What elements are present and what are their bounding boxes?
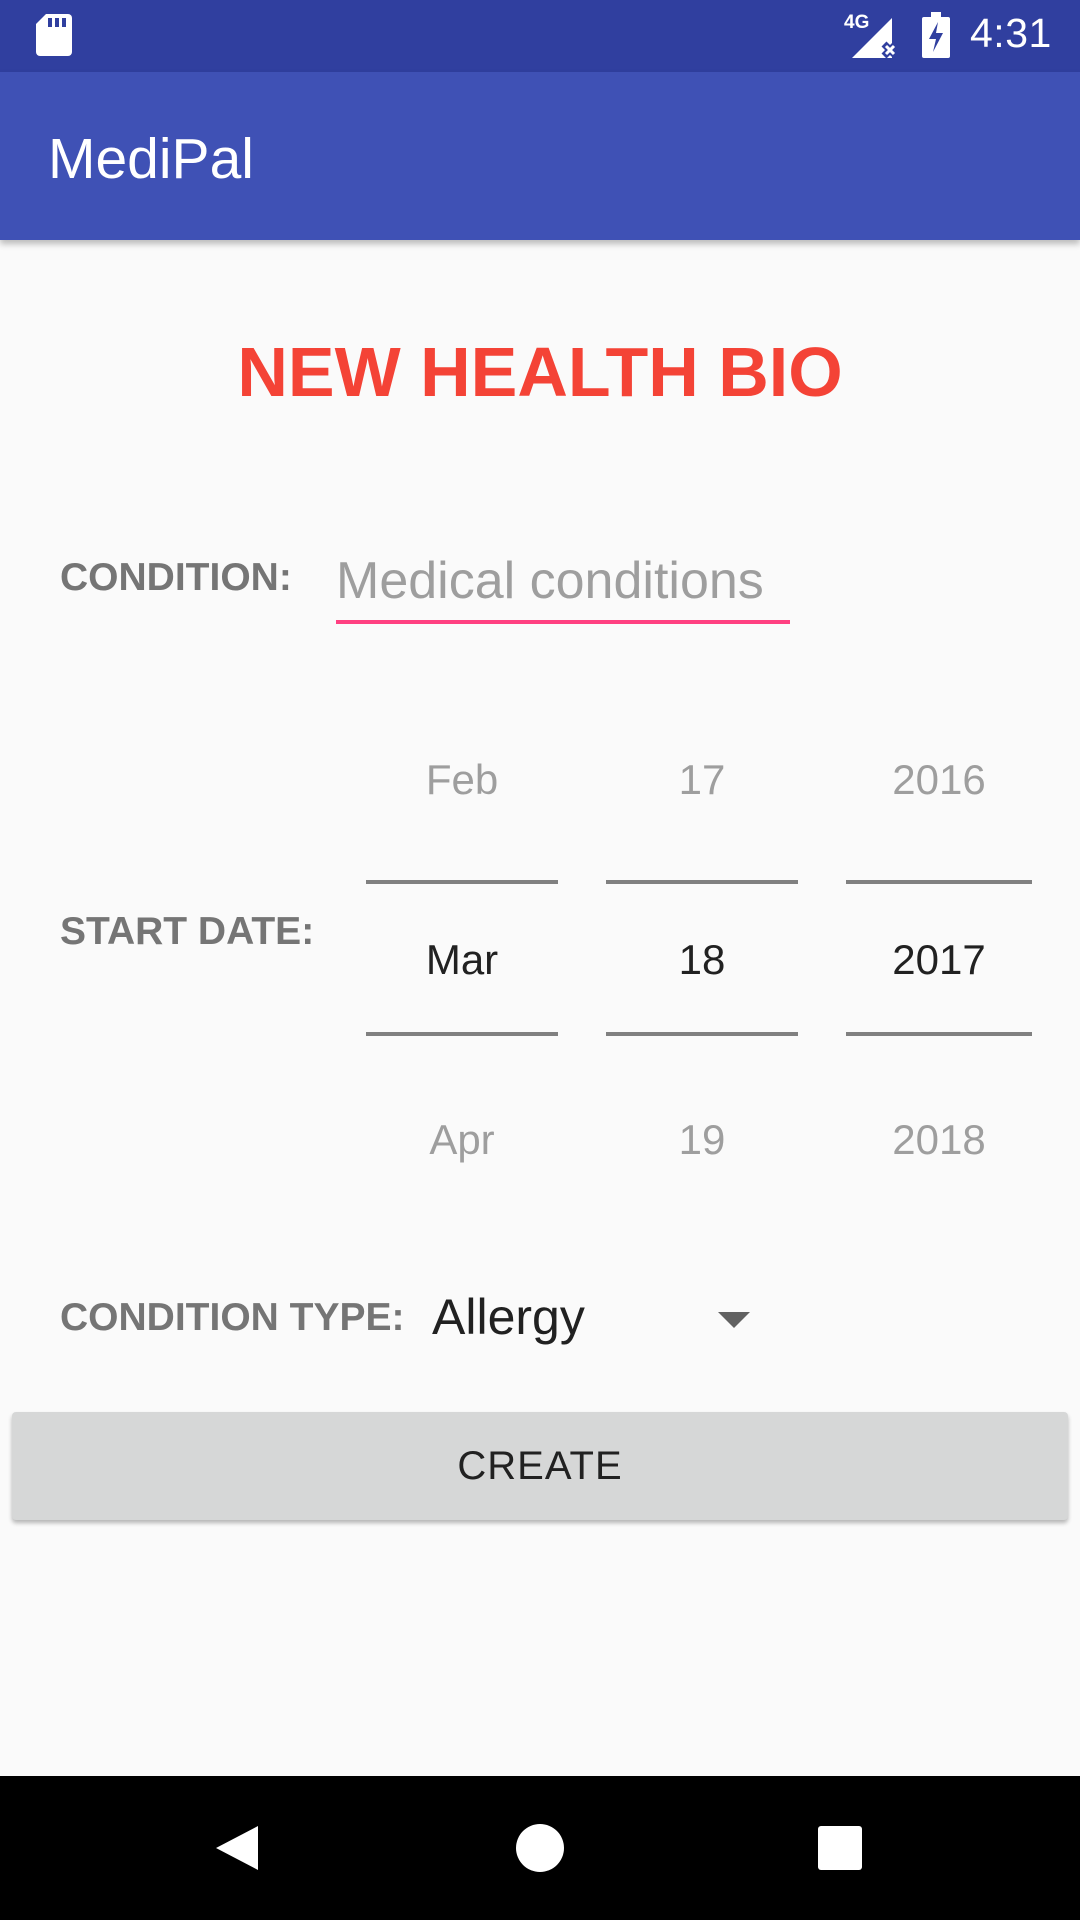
divider [366, 880, 558, 884]
navigation-bar [0, 1776, 1080, 1920]
condition-type-value: Allergy [432, 1289, 585, 1345]
app-title: MediPal [48, 127, 254, 191]
recents-icon[interactable] [808, 1816, 872, 1880]
create-button[interactable]: CREATE [12, 1412, 1068, 1520]
screen: 4G 4:31 MediPal NEW HEALTH BIO CONDITION… [0, 0, 1080, 1920]
day-next[interactable]: 19 [606, 1116, 798, 1164]
page-heading: NEW HEALTH BIO [237, 333, 843, 411]
year-next[interactable]: 2018 [846, 1116, 1032, 1164]
month-prev[interactable]: Feb [366, 756, 558, 804]
month-picker[interactable]: Feb Mar Apr [366, 740, 558, 1180]
battery-charging-icon [922, 12, 950, 58]
year-picker[interactable]: 2016 2017 2018 [846, 740, 1032, 1180]
status-bar: 4G 4:31 [0, 0, 1080, 72]
day-prev[interactable]: 17 [606, 756, 798, 804]
day-current[interactable]: 18 [606, 936, 798, 984]
divider [846, 1032, 1032, 1036]
year-prev[interactable]: 2016 [846, 756, 1032, 804]
clock: 4:31 [970, 10, 1052, 56]
divider [606, 880, 798, 884]
condition-label: CONDITION: [60, 556, 292, 599]
home-icon[interactable] [508, 1816, 572, 1880]
app-bar: MediPal [0, 72, 1080, 240]
day-picker[interactable]: 17 18 19 [606, 740, 798, 1180]
condition-type-spinner[interactable]: Allergy [430, 1282, 760, 1352]
divider [366, 1032, 558, 1036]
sd-card-icon [36, 14, 72, 56]
condition-input[interactable] [336, 542, 790, 624]
divider [606, 1032, 798, 1036]
month-current[interactable]: Mar [366, 936, 558, 984]
year-current[interactable]: 2017 [846, 936, 1032, 984]
dropdown-arrow-icon [718, 1312, 750, 1328]
back-icon[interactable] [208, 1816, 272, 1880]
divider [846, 880, 1032, 884]
month-next[interactable]: Apr [366, 1116, 558, 1164]
condition-type-label: CONDITION TYPE: [60, 1296, 405, 1339]
signal-no-connection-icon [852, 18, 899, 59]
start-date-label: START DATE: [60, 910, 315, 953]
